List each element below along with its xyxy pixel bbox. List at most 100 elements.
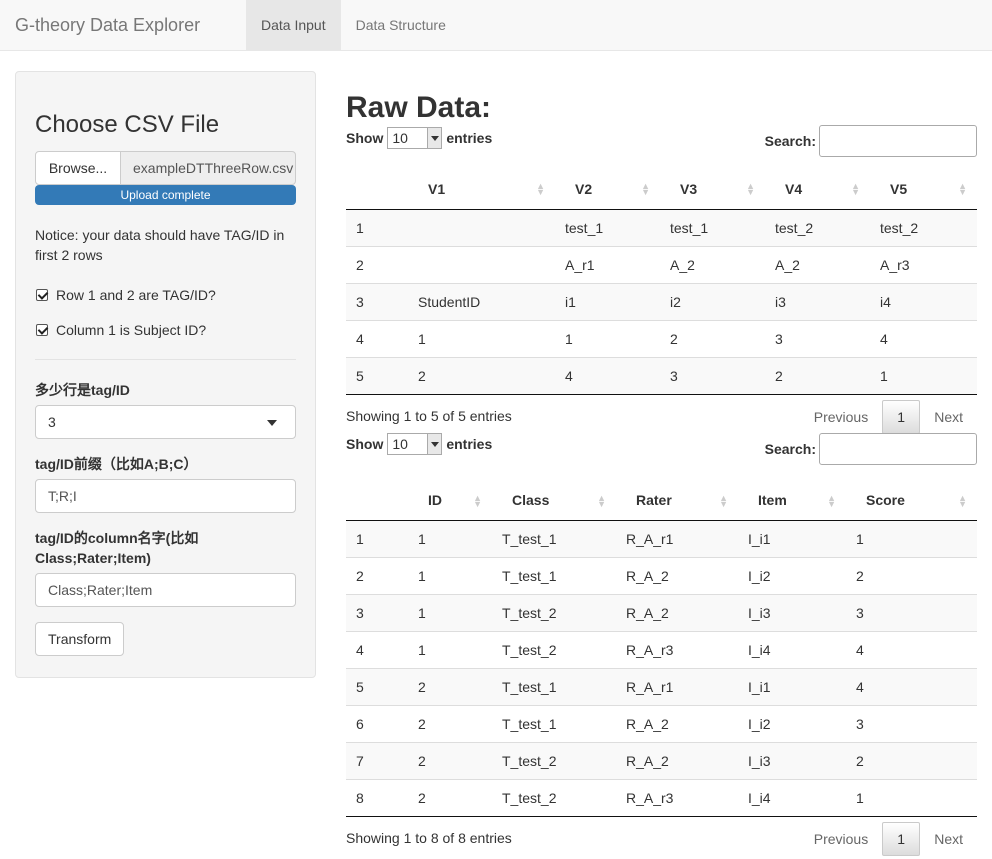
column-header[interactable]: ID ▲ ▼: [408, 480, 492, 521]
next-button[interactable]: Next: [920, 822, 977, 856]
table1-footer: Showing 1 to 5 of 5 entries Previous 1 N…: [346, 395, 977, 437]
checkbox-checked-icon[interactable]: [36, 289, 48, 301]
table-cell: 4: [846, 631, 977, 669]
previous-button[interactable]: Previous: [800, 822, 882, 856]
table-cell: R_A_2: [616, 742, 738, 780]
table-cell: 2: [346, 245, 408, 283]
column-header[interactable]: V2 ▲ ▼: [555, 169, 660, 210]
column-header[interactable]: V3 ▲ ▼: [660, 169, 765, 210]
column-header[interactable]: V1 ▲ ▼: [408, 169, 555, 210]
sort-icon: ▲ ▼: [641, 181, 650, 197]
table-cell: 1: [346, 520, 408, 558]
table-cell: 2: [408, 668, 492, 706]
transform-button[interactable]: Transform: [35, 622, 125, 656]
checkbox-label-subject-id: Column 1 is Subject ID?: [56, 322, 207, 338]
table1-info: Showing 1 to 5 of 5 entries: [346, 407, 512, 424]
column-header[interactable]: Item ▲ ▼: [738, 480, 846, 521]
table-cell: R_A_2: [616, 594, 738, 632]
dropdown-arrow-icon: [427, 433, 442, 454]
table-cell: 3: [846, 705, 977, 743]
rows-select[interactable]: 3: [35, 405, 296, 439]
table-cell: 7: [346, 742, 408, 780]
table-row: 3 1 T_test_2 R_A_2 I_i3 3: [346, 594, 977, 632]
table-cell: I_i2: [738, 705, 846, 743]
colnames-input[interactable]: [35, 573, 296, 607]
column-header[interactable]: [346, 169, 408, 210]
table-cell: T_test_1: [492, 557, 616, 595]
table-cell: 3: [660, 356, 765, 395]
file-name-field[interactable]: exampleDTThreeRow.csv: [121, 151, 296, 185]
table-cell: 2: [660, 319, 765, 357]
table-cell: R_A_2: [616, 557, 738, 595]
table-cell: 1: [346, 208, 408, 246]
sort-icon: ▲ ▼: [851, 181, 860, 197]
table1-pagination: Previous 1 Next: [800, 399, 977, 434]
sidebar-panel: Choose CSV File Browse... exampleDTThree…: [15, 71, 316, 678]
table-cell: R_A_r3: [616, 779, 738, 817]
table-cell: A_2: [765, 245, 870, 283]
main-panel: Raw Data: Show 10 entries Search: V1 ▲ ▼ V2…: [346, 51, 977, 859]
table-row: 2 1 T_test_1 R_A_2 I_i2 2: [346, 557, 977, 595]
sort-icon: ▲ ▼: [827, 492, 836, 509]
notice-text: Notice: your data should have TAG/ID in …: [35, 227, 285, 263]
table-cell: test_1: [555, 208, 660, 246]
column-header[interactable]: V5 ▲ ▼: [870, 169, 977, 210]
column-header[interactable]: [346, 480, 408, 521]
table-cell: T_test_2: [492, 594, 616, 632]
column-header[interactable]: Rater ▲ ▼: [616, 480, 738, 521]
table-cell: 1: [408, 631, 492, 669]
column-header[interactable]: Score ▲ ▼: [846, 480, 977, 521]
sort-icon: ▲ ▼: [473, 492, 482, 509]
table-cell: 1: [870, 356, 977, 395]
table-cell: I_i4: [738, 779, 846, 817]
checkbox-label-tag-id: Row 1 and 2 are TAG/ID?: [56, 287, 216, 303]
table-cell: StudentID: [408, 282, 555, 320]
tab-data-structure[interactable]: Data Structure: [341, 0, 461, 50]
page-button[interactable]: 1: [882, 399, 921, 434]
app-brand[interactable]: G-theory Data Explorer: [0, 0, 246, 50]
table2-length-select[interactable]: 10: [387, 432, 443, 455]
next-button[interactable]: Next: [920, 400, 977, 434]
table1-search-input[interactable]: [819, 125, 977, 157]
checkbox-row-tag-id[interactable]: Row 1 and 2 are TAG/ID?: [35, 285, 296, 305]
browse-button[interactable]: Browse...: [35, 151, 121, 185]
rows-label: 多少行是tag/ID: [35, 382, 130, 398]
table1-length-select[interactable]: 10: [387, 127, 443, 149]
table-cell: 1: [408, 319, 555, 357]
checkbox-row-subject-id[interactable]: Column 1 is Subject ID?: [35, 320, 296, 340]
table-cell: [408, 245, 555, 283]
table-cell: R_A_r3: [616, 631, 738, 669]
divider: [35, 359, 296, 360]
table-row: 1 1 T_test_1 R_A_r1 I_i1 1: [346, 520, 977, 558]
table-cell: 2: [846, 742, 977, 780]
table-row: 4 1 T_test_2 R_A_r3 I_i4 4: [346, 631, 977, 669]
table-cell: 2: [408, 779, 492, 817]
column-header[interactable]: V4 ▲ ▼: [765, 169, 870, 210]
table-row: 1 test_1 test_1 test_2 test_2: [346, 208, 977, 246]
table-row: 411234: [346, 319, 977, 357]
prefix-label: tag/ID前缀（比如A;B;C）: [35, 456, 198, 472]
table-cell: 1: [408, 520, 492, 558]
tab-data-input[interactable]: Data Input: [246, 0, 341, 50]
table-cell: T_test_1: [492, 520, 616, 558]
table-cell: 6: [346, 705, 408, 743]
table-row: 3 StudentID i1 i2 i3 i4: [346, 282, 977, 320]
sidebar-title: Choose CSV File: [35, 111, 220, 138]
table-cell: 1: [846, 520, 977, 558]
table-cell: 2: [408, 742, 492, 780]
table-cell: I_i3: [738, 594, 846, 632]
table-cell: A_r1: [555, 245, 660, 283]
table-cell: I_i3: [738, 742, 846, 780]
table-cell: test_2: [870, 208, 977, 246]
length-value: 10: [392, 130, 408, 146]
previous-button[interactable]: Previous: [800, 400, 882, 434]
column-header[interactable]: Class ▲ ▼: [492, 480, 616, 521]
table-cell: 1: [555, 319, 660, 357]
table2-controls: Show 10 entries Search:: [346, 432, 977, 481]
prefix-input[interactable]: [35, 479, 296, 513]
checkbox-checked-icon[interactable]: [36, 324, 48, 336]
table2-search-input[interactable]: [819, 432, 977, 465]
page-title: Raw Data:: [346, 91, 492, 124]
table-cell: I_i1: [738, 520, 846, 558]
page-button[interactable]: 1: [882, 822, 921, 856]
